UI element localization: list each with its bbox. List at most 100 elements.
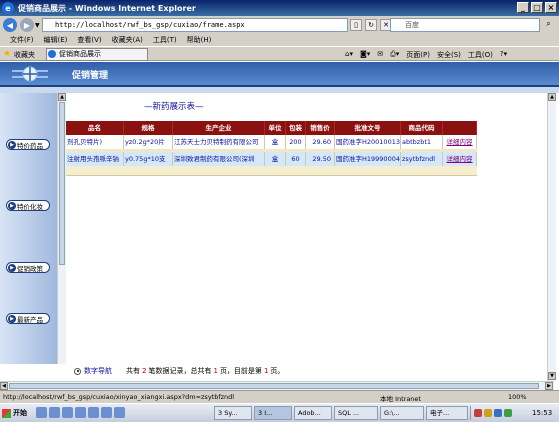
cell-pack: 200 (286, 135, 306, 149)
menu-favorites[interactable]: 收藏夹(A) (112, 35, 143, 45)
quicklaunch-icon[interactable] (36, 407, 47, 418)
task-button[interactable]: SQL ... (334, 406, 378, 420)
address-input[interactable]: http://localhost/rwf_bs_gsp/cuxiao/frame… (42, 18, 348, 32)
favorites-button[interactable]: 收藏夹 (14, 50, 35, 60)
status-url: http://localhost/rwf_bs_gsp/cuxiao/xinya… (3, 393, 235, 401)
quicklaunch-icon[interactable] (114, 407, 125, 418)
page-menu[interactable]: 页面(P) (406, 50, 430, 60)
pager-mid: 笔数据记录，总共有 (148, 367, 212, 375)
sidebar: ▶ 特价药品 ▶ 特价化妆 ▶ 促销政策 ▶ 最新产品 (0, 93, 57, 364)
favorites-star-icon[interactable]: ★ (3, 49, 11, 59)
col-code: 商品代码 (401, 121, 443, 135)
close-button[interactable]: × (545, 2, 557, 13)
sidebar-item-new-products[interactable]: ▶ 最新产品 (6, 313, 50, 324)
menu-file[interactable]: 文件(F) (10, 35, 34, 45)
cell-name: 注射用头孢哌辛钠 (66, 152, 124, 166)
browser-tab[interactable]: 促销商品展示 (46, 48, 148, 61)
print-icon[interactable]: ⎙▾ (390, 50, 399, 60)
sidebar-item-special-drugs[interactable]: ▶ 特价药品 (6, 139, 50, 150)
play-icon: ▶ (8, 201, 16, 210)
start-button[interactable]: 开始 (2, 406, 30, 420)
search-icon[interactable]: ⌕ (542, 19, 555, 31)
horizontal-scrollbar[interactable]: ◀ ▶ (0, 381, 554, 390)
start-label: 开始 (13, 409, 27, 417)
task-button[interactable]: G:\... (380, 406, 424, 420)
quicklaunch-icon[interactable] (88, 407, 99, 418)
maximize-button[interactable]: □ (531, 2, 543, 13)
task-button[interactable]: Adob... (294, 406, 332, 420)
tray-icon[interactable] (484, 409, 492, 417)
forward-button[interactable]: ▶ (20, 18, 34, 32)
menu-edit[interactable]: 编辑(E) (44, 35, 68, 45)
play-icon: ▶ (8, 314, 16, 323)
detail-link[interactable]: 详细内容 (447, 138, 473, 146)
cell-unit: 盒 (265, 135, 286, 149)
task-button[interactable]: 3 Sy... (214, 406, 252, 420)
tray-icon[interactable] (474, 409, 482, 417)
menu-view[interactable]: 查看(V) (77, 35, 101, 45)
history-dropdown-icon[interactable]: ▼ (35, 22, 40, 29)
tools-menu[interactable]: 工具(O) (468, 50, 493, 60)
scroll-left-icon[interactable]: ◀ (0, 382, 8, 390)
home-icon[interactable]: ⌂▾ (345, 50, 353, 60)
clock: 15:53 (532, 409, 553, 417)
refresh-icon[interactable]: ↻ (365, 19, 377, 31)
scroll-down-icon[interactable]: ▼ (548, 372, 556, 380)
cell-approval: 国药准字H19990004 (335, 152, 401, 166)
page-current: 1 (263, 367, 269, 375)
scroll-right-icon[interactable]: ▶ (545, 382, 553, 390)
h-scroll-thumb[interactable] (9, 383, 539, 389)
scroll-up-icon[interactable]: ▲ (548, 93, 556, 101)
scroll-up-icon[interactable]: ▲ (58, 93, 66, 101)
cell-unit: 盒 (265, 152, 286, 166)
sidebar-item-label: 特价化妆 (17, 202, 43, 211)
window-titlebar: e 促销商品展示 - Windows Internet Explorer _ □… (0, 0, 559, 16)
cell-action: 详细内容 (443, 152, 477, 166)
numeric-nav-link[interactable]: 数字导航 (84, 366, 112, 376)
search-input[interactable]: 百度 (390, 18, 540, 32)
cell-approval: 国药准字H20010013 (335, 135, 401, 149)
col-approval: 批准文号 (335, 121, 401, 135)
zoom-level[interactable]: 100% (508, 393, 527, 401)
col-pack: 包装 (286, 121, 306, 135)
minimize-button[interactable]: _ (517, 2, 529, 13)
tray-icon[interactable] (494, 409, 502, 417)
task-button[interactable]: 3 I... (254, 406, 292, 420)
mail-icon[interactable]: ✉ (377, 50, 383, 60)
window-controls: _ □ × (517, 2, 557, 13)
task-button[interactable]: 电子... (426, 406, 468, 420)
record-count: 2 (142, 367, 147, 375)
help-icon[interactable]: ?▾ (500, 50, 507, 60)
back-button[interactable]: ◀ (3, 18, 17, 32)
page-title: 促销管理 (72, 71, 109, 81)
ie-logo-icon: e (2, 2, 14, 14)
play-icon: ▶ (8, 263, 16, 272)
tab-ie-icon (48, 50, 56, 58)
page-total: 1 (213, 367, 218, 375)
tray-icon[interactable] (504, 409, 512, 417)
sidebar-item-promo-policy[interactable]: ▶ 促销政策 (6, 262, 50, 273)
feeds-icon[interactable]: ◙▾ (360, 50, 370, 60)
table-header: 品名 规格 生产企业 单位 包装 销售价 批准文号 商品代码 (66, 121, 477, 135)
frame-scrollbar[interactable]: ▲ (57, 93, 66, 364)
quicklaunch-icon[interactable] (62, 407, 73, 418)
quicklaunch-icon[interactable] (49, 407, 60, 418)
safety-menu[interactable]: 安全(S) (437, 50, 461, 60)
pager-suffix: 页。 (270, 367, 285, 375)
sidebar-item-special-cosmetics[interactable]: ▶ 特价化妆 (6, 200, 50, 211)
scroll-thumb[interactable] (59, 102, 65, 265)
nav-radio[interactable] (74, 367, 81, 375)
play-icon: ▶ (8, 140, 16, 149)
cell-spec: yz0.2g*20片 (124, 135, 173, 149)
main-content: —新药展示表— 品名 规格 生产企业 单位 包装 销售价 批准文号 商品代码 剂… (66, 93, 547, 375)
detail-link[interactable]: 详细内容 (447, 155, 473, 163)
page-scrollbar[interactable]: ▲ ▼ (547, 93, 556, 381)
compat-view-icon[interactable]: ▯ (350, 19, 362, 31)
quicklaunch-icon[interactable] (101, 407, 112, 418)
cell-price: 29.60 (306, 135, 335, 149)
menu-tools[interactable]: 工具(T) (153, 35, 177, 45)
cell-maker: 江苏天士力贝特制药有限公司 (173, 135, 265, 149)
windows-flag-icon (2, 408, 11, 418)
menu-help[interactable]: 帮助(H) (187, 35, 212, 45)
quicklaunch-icon[interactable] (75, 407, 86, 418)
